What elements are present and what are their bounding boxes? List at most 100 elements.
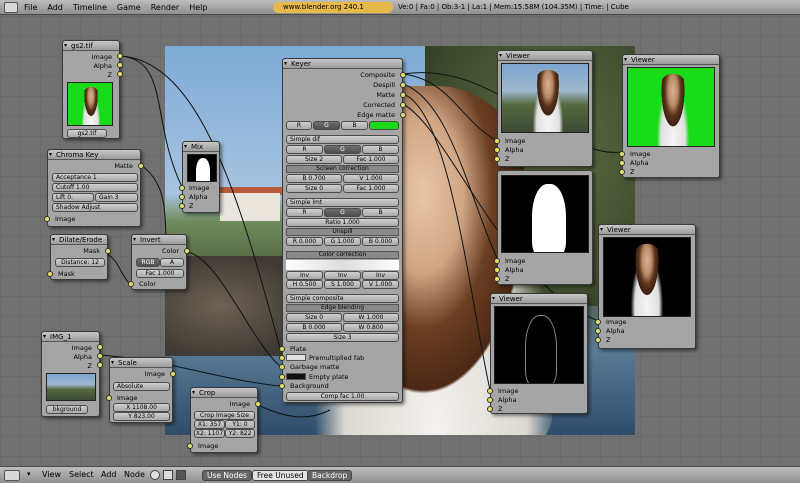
node-header[interactable]: Viewer [623,55,719,65]
use-nodes-toggle[interactable]: Use Nodes [202,470,252,481]
gain-field[interactable]: Gain 3 [95,193,138,202]
menu-node[interactable]: Node [124,470,145,479]
socket-in[interactable] [279,346,285,352]
size-field[interactable]: Size 0 [286,313,342,322]
empty-plate-swatch[interactable] [286,373,306,380]
file-button[interactable]: bkground [46,405,88,414]
menu-view[interactable]: View [42,470,61,479]
dilate-erode-node[interactable]: Dilate/Erode Mask Distance: 12 Mask [47,234,111,280]
invert-node[interactable]: Invert Color RGB A Fac 1.000 Color [128,234,190,290]
viewer-node-premul[interactable]: Viewer Image Alpha Z [595,224,696,349]
color-ramp[interactable] [286,260,399,270]
menu-render[interactable]: Render [151,3,179,12]
node-header[interactable]: Viewer [599,225,695,235]
url-badge[interactable]: www.blender.org 240.1 [273,2,393,13]
w-field[interactable]: W 1.000 [343,313,399,322]
size-field[interactable]: Size 0 [286,184,342,193]
editor-type-icon[interactable] [4,470,20,481]
socket-in[interactable] [128,281,134,287]
socket-out[interactable] [184,248,190,254]
inv-h[interactable]: Inv [286,271,323,280]
menu-select[interactable]: Select [69,470,94,479]
crop-image-size-toggle[interactable]: Crop Image Size [194,411,255,420]
simple-dif-menu[interactable]: Simple dif [286,135,399,144]
node-header[interactable]: Dilate/Erode [51,235,107,245]
node-header[interactable]: Invert [132,235,186,245]
x1-field[interactable]: X1: 357 [194,420,225,429]
composite-icon[interactable] [163,470,173,480]
shadow-adjust-field[interactable]: Shadow Adjust [52,203,138,212]
socket-in[interactable] [487,406,493,412]
material-icon[interactable] [150,470,160,480]
node-header[interactable]: Viewer [498,51,592,61]
s-field[interactable]: S 1.000 [324,280,361,289]
comp-fac-field[interactable]: Comp fac 1.00 [286,392,399,401]
y2-field[interactable]: Y2: 822 [225,429,255,438]
simple-composite-menu[interactable]: Simple composite [286,294,399,303]
channel-r[interactable]: R [286,121,312,130]
y-field[interactable]: Y 823.00 [113,412,170,421]
socket-in[interactable] [179,185,185,191]
viewer-node-edge[interactable]: Viewer Image Alpha Z [487,293,588,414]
unspill-g[interactable]: G 1.000 [324,237,361,246]
y1-field[interactable]: Y1: 0 [225,420,255,429]
socket-out[interactable] [117,71,123,77]
socket-out[interactable] [105,248,111,254]
x-field[interactable]: X 1108.00 [113,403,170,412]
chroma-key-node[interactable]: Chroma Key Matte Acceptance 1 Cutoff 1.0… [44,149,144,227]
socket-in[interactable] [494,138,500,144]
file-button[interactable]: gs2.tif [67,129,107,138]
key-color-swatch[interactable] [369,121,399,130]
socket-out[interactable] [138,163,144,169]
socket-out[interactable] [170,371,176,377]
node-header[interactable]: IMG_1 [42,332,99,342]
socket-in[interactable] [187,443,193,449]
node-header[interactable]: Viewer [491,294,587,304]
viewer-node-green[interactable]: Viewer Image Alpha Z [619,54,720,178]
channel-g[interactable]: G [313,121,340,130]
socket-out[interactable] [400,102,406,108]
menu-timeline[interactable]: Timeline [73,3,107,12]
dif-b[interactable]: B [362,145,399,154]
socket-in[interactable] [179,194,185,200]
socket-out[interactable] [97,362,103,368]
plate-swatch[interactable] [286,354,306,361]
node-header[interactable]: Keyer [283,59,402,69]
socket-in[interactable] [279,364,285,370]
unspill-r[interactable]: R 0.000 [286,237,323,246]
alpha-toggle[interactable]: A [160,258,184,267]
viewer-node-matte[interactable]: Image Alpha Z [494,170,593,285]
socket-in[interactable] [494,258,500,264]
texture-icon[interactable] [176,470,186,480]
size-field[interactable]: Size 2 [286,155,342,164]
window-type-icon[interactable] [4,2,18,13]
w-field[interactable]: W 0.800 [343,323,399,332]
fac-field[interactable]: Fac 1.000 [136,269,184,278]
socket-out[interactable] [255,401,261,407]
lmt-g[interactable]: G [324,208,361,217]
fac-field[interactable]: Fac 1.000 [343,184,399,193]
scale-node[interactable]: Scale Image Absolute Image X 1108.00 Y 8… [106,357,176,423]
unspill-b[interactable]: B 0.000 [362,237,399,246]
dif-g[interactable]: G [324,145,361,154]
socket-out[interactable] [400,82,406,88]
socket-out[interactable] [400,92,406,98]
x2-field[interactable]: X2: 1107 [194,429,225,438]
distance-field[interactable]: Distance: 12 [55,258,105,267]
b-field[interactable]: B 0.700 [286,174,342,183]
socket-in[interactable] [106,395,112,401]
simple-lmt-menu[interactable]: Simple lmt [286,198,399,207]
socket-in[interactable] [44,216,50,222]
fac-field[interactable]: Fac 1.000 [343,155,399,164]
channel-b[interactable]: B [341,121,368,130]
menu-add[interactable]: Add [101,470,117,479]
rgb-toggle[interactable]: RGB [136,258,160,267]
dif-r[interactable]: R [286,145,323,154]
node-header[interactable]: Crop [191,388,257,398]
lmt-b[interactable]: B [362,208,399,217]
socket-out[interactable] [117,62,123,68]
socket-out[interactable] [97,353,103,359]
socket-in[interactable] [279,374,285,380]
socket-in[interactable] [494,276,500,282]
lmt-r[interactable]: R [286,208,323,217]
